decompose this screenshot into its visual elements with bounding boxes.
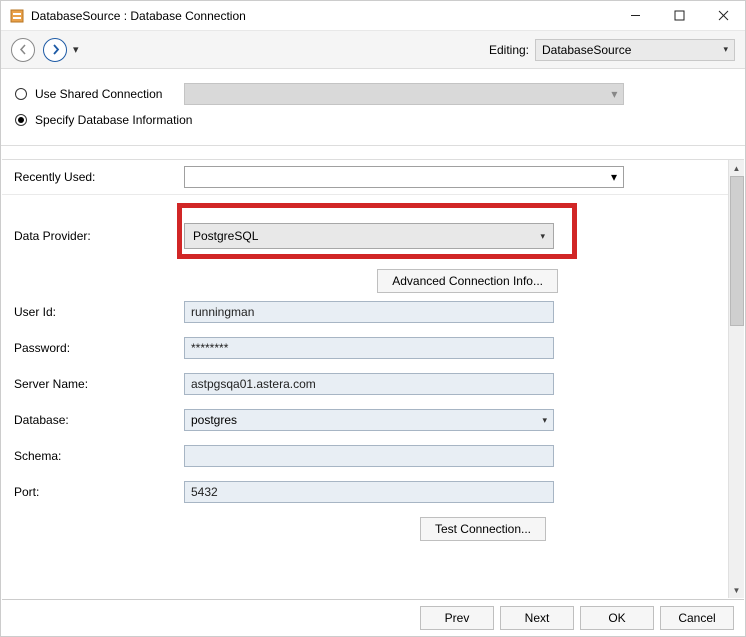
editing-select[interactable]: DatabaseSource ▾ [535,39,735,61]
use-shared-label: Use Shared Connection [35,87,162,101]
use-shared-row: Use Shared Connection ▾ [15,83,731,105]
server-name-input[interactable]: astpgsqa01.astera.com [184,373,554,395]
data-provider-section: Data Provider: PostgreSQL ▾ [2,195,728,261]
data-provider-label: Data Provider: [14,229,184,243]
advanced-connection-button[interactable]: Advanced Connection Info... [377,269,558,293]
data-provider-select[interactable]: PostgreSQL ▾ [184,223,554,249]
close-button[interactable] [701,1,745,31]
password-input[interactable]: ******** [184,337,554,359]
app-icon [9,8,25,24]
password-label: Password: [14,341,184,355]
next-button[interactable]: Next [500,606,574,630]
scroll-up-icon[interactable]: ▲ [729,160,745,176]
test-connection-button[interactable]: Test Connection... [420,517,546,541]
data-provider-value: PostgreSQL [193,229,258,243]
ok-button[interactable]: OK [580,606,654,630]
connection-fields: User Id: runningman Password: ******** S… [2,301,728,541]
cancel-button[interactable]: Cancel [660,606,734,630]
editing-value: DatabaseSource [542,43,631,57]
port-label: Port: [14,485,184,499]
chevron-down-icon: ▾ [723,44,728,55]
title-bar: DatabaseSource : Database Connection [1,1,745,31]
shared-connection-select[interactable]: ▾ [184,83,624,105]
nav-back-button[interactable] [11,38,35,62]
scroll-down-icon[interactable]: ▼ [729,582,745,598]
schema-input[interactable] [184,445,554,467]
scroll-thumb[interactable] [730,176,744,326]
nav-dropdown-icon[interactable]: ▾ [73,43,79,56]
dialog-footer: Prev Next OK Cancel [2,599,744,635]
minimize-button[interactable] [613,1,657,31]
recently-used-row: Recently Used: ▾ [2,160,728,195]
user-id-input[interactable]: runningman [184,301,554,323]
chevron-down-icon: ▾ [540,231,545,242]
connection-mode-section: Use Shared Connection ▾ Specify Database… [1,69,745,146]
window-title: DatabaseSource : Database Connection [31,9,613,23]
editing-label: Editing: [489,43,529,57]
specify-db-label: Specify Database Information [35,113,192,127]
server-name-label: Server Name: [14,377,184,391]
user-id-label: User Id: [14,305,184,319]
database-select[interactable]: postgres ▾ [184,409,554,431]
chevron-down-icon: ▾ [611,170,617,184]
recently-used-label: Recently Used: [14,170,184,184]
radio-specify-db[interactable] [15,114,27,126]
schema-label: Schema: [14,449,184,463]
form-area: Recently Used: ▾ Data Provider: PostgreS… [2,159,744,598]
radio-use-shared[interactable] [15,88,27,100]
vertical-scrollbar[interactable]: ▲ ▼ [728,160,744,598]
recently-used-select[interactable]: ▾ [184,166,624,188]
maximize-button[interactable] [657,1,701,31]
window-controls [613,1,745,31]
port-input[interactable]: 5432 [184,481,554,503]
database-label: Database: [14,413,184,427]
prev-button[interactable]: Prev [420,606,494,630]
chevron-down-icon: ▾ [542,415,547,426]
nav-forward-button[interactable] [43,38,67,62]
nav-toolbar: ▾ Editing: DatabaseSource ▾ [1,31,745,69]
specify-db-row: Specify Database Information [15,113,731,127]
chevron-down-icon: ▾ [611,87,617,101]
